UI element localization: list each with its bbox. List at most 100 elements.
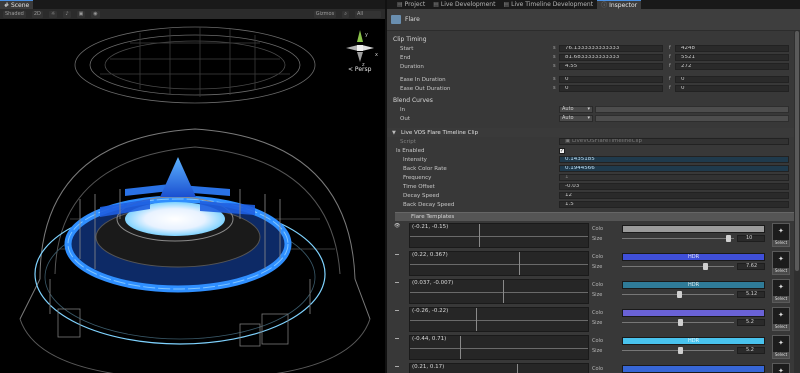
frames-field[interactable]: 0 (675, 76, 789, 83)
flare-color-swatch[interactable] (622, 225, 765, 233)
size-slider-thumb[interactable] (677, 347, 683, 354)
frames-field[interactable]: 4248 (675, 45, 789, 52)
perspective-toggle[interactable]: < Persp (348, 66, 371, 73)
drag-handle-icon[interactable] (395, 254, 399, 255)
flare-position-graph[interactable]: (-0.21, -0.15) (409, 223, 589, 248)
lighting-toggle-icon[interactable]: ☼ (48, 10, 58, 18)
seconds-field[interactable]: 76.1333333333333 (559, 45, 663, 52)
flare-texture-slot[interactable]: ✦Select (772, 251, 790, 275)
gizmo-x-axis[interactable] (362, 45, 374, 51)
panel-tab-live-timeline-development[interactable]: ▤ Live Timeline Development (499, 0, 597, 9)
flare-texture-slot[interactable]: ✦Select (772, 279, 790, 303)
tab-scene[interactable]: # Scene (0, 0, 34, 9)
size-field[interactable]: 10 (737, 235, 765, 242)
shading-mode-dropdown[interactable]: Shaded (3, 10, 26, 18)
clip-prop-row: Frequency 1 (387, 173, 800, 182)
flare-texture-slot[interactable]: ✦Select (772, 223, 790, 247)
flare-position-graph[interactable]: (0.037, -0.007) (409, 279, 589, 304)
audio-toggle-icon[interactable]: ♪ (63, 10, 71, 18)
drag-handle-icon[interactable] (395, 338, 399, 339)
select-texture-button[interactable]: Select (773, 240, 789, 246)
panel-tab-inspector[interactable]: ⓘ Inspector (597, 0, 642, 9)
drag-handle-icon[interactable] (395, 282, 399, 283)
script-field[interactable]: ▣ LiveVOSFlareTimelineClip (559, 138, 789, 145)
toggle-2d-button[interactable]: 2D (31, 10, 43, 18)
search-icon[interactable]: ⌕ (342, 10, 349, 18)
clip-prop-field[interactable]: 1.5 (559, 201, 789, 208)
scene-view[interactable]: # Scene Shaded 2D ☼ ♪ ▣ ◉ Gizmos ⌕ All y… (0, 0, 385, 373)
flare-templates-list: 👁 (-0.21, -0.15) Colo Size 10 ✦ Select (0.22, 0… (387, 221, 800, 373)
gizmo-z-axis[interactable] (357, 52, 363, 62)
flare-position-graph[interactable]: (-0.44, 0.71) (409, 335, 589, 360)
hidden-toggle-icon[interactable]: ◉ (91, 10, 100, 18)
drag-handle-icon[interactable] (395, 310, 399, 311)
size-slider[interactable] (622, 347, 734, 354)
gizmo-y-axis[interactable] (357, 30, 363, 42)
flare-color-swatch[interactable] (622, 365, 765, 373)
size-slider[interactable] (622, 235, 734, 242)
eye-icon[interactable]: 👁 (394, 223, 400, 229)
select-texture-button[interactable]: Select (773, 324, 789, 330)
scene-search-input[interactable]: All (355, 10, 381, 18)
clip-prop-field[interactable]: 0.1944566 (559, 165, 789, 172)
frames-field[interactable]: 5521 (675, 54, 789, 61)
frames-field[interactable]: 272 (675, 63, 789, 70)
select-texture-button[interactable]: Select (773, 296, 789, 302)
flare-position-graph[interactable]: (0.22, 0.367) (409, 251, 589, 276)
foldout-arrow-icon[interactable]: ▼ (392, 130, 396, 136)
clip-prop-field[interactable]: 0.1435185 (559, 156, 789, 163)
size-slider[interactable] (622, 319, 734, 326)
select-texture-button[interactable]: Select (773, 352, 789, 358)
stage-dome-render[interactable] (0, 19, 385, 373)
gizmo-neg-x-axis[interactable] (346, 45, 358, 51)
clip-prop-field[interactable]: -0.03 (559, 183, 789, 190)
drag-handle-icon[interactable] (395, 366, 399, 367)
panel-tab-live-development[interactable]: ▤ Live Development (429, 0, 499, 9)
gizmo-center-cube[interactable] (357, 45, 363, 51)
color-label: Colo (592, 254, 603, 260)
seconds-field[interactable]: 0 (559, 85, 663, 92)
size-slider[interactable] (622, 263, 734, 270)
size-field[interactable]: 5.2 (737, 319, 765, 326)
gizmos-dropdown[interactable]: Gizmos (313, 10, 337, 18)
blend-curve-preview[interactable] (595, 115, 789, 122)
flare-position-graph[interactable]: (0.21, 0.17) (409, 363, 589, 373)
inspector-scrollbar[interactable] (794, 31, 800, 373)
flare-templates-header[interactable]: Flare Templates (395, 212, 800, 221)
seconds-field[interactable]: 0 (559, 76, 663, 83)
panel-tab-project[interactable]: ▤ Project (393, 0, 429, 9)
flare-color-swatch[interactable]: HDR (622, 337, 765, 345)
flare-texture-slot[interactable]: ✦Select (772, 335, 790, 359)
seconds-field[interactable]: 81.6833333333333 (559, 54, 663, 61)
clip-prop-field[interactable]: 1 (559, 174, 789, 181)
scrollbar-thumb[interactable] (795, 31, 799, 271)
script-icon: ▣ (565, 138, 571, 144)
clip-prop-field[interactable]: 12 (559, 192, 789, 199)
flare-color-swatch[interactable] (622, 309, 765, 317)
frames-field[interactable]: 0 (675, 85, 789, 92)
clip-foldout-header[interactable]: ▼ Live VOS Flare Timeline Clip (387, 128, 800, 137)
flare-texture-slot[interactable]: ✦Select (772, 363, 790, 373)
seconds-field[interactable]: 4.55 (559, 63, 663, 70)
clip-prop-row: Back Decay Speed 1.5 (387, 200, 800, 209)
size-slider-thumb[interactable] (703, 263, 709, 270)
flare-color-swatch[interactable]: HDR (622, 281, 765, 289)
effects-toggle-icon[interactable]: ▣ (76, 10, 86, 18)
select-texture-button[interactable]: Select (773, 268, 789, 274)
flare-texture-slot[interactable]: ✦Select (772, 307, 790, 331)
size-field[interactable]: 7.62 (737, 263, 765, 270)
flare-color-swatch[interactable]: HDR (622, 253, 765, 261)
blend-curve-preview[interactable] (595, 106, 789, 113)
size-field[interactable]: 5.2 (737, 347, 765, 354)
size-slider-thumb[interactable] (676, 291, 682, 298)
size-slider-thumb[interactable] (677, 319, 683, 326)
blend-mode-dropdown[interactable]: Auto ▾ (559, 115, 593, 122)
blend-mode-dropdown[interactable]: Auto ▾ (559, 106, 593, 113)
flare-texture-icon: ✦ (778, 367, 784, 373)
flare-position-graph[interactable]: (-0.26, -0.22) (409, 307, 589, 332)
size-slider[interactable] (622, 291, 734, 298)
size-field[interactable]: 5.12 (737, 291, 765, 298)
blend-curve-row: In Auto ▾ (387, 105, 800, 114)
is-enabled-checkbox[interactable]: ✓ (559, 147, 565, 154)
size-slider-thumb[interactable] (725, 235, 731, 242)
